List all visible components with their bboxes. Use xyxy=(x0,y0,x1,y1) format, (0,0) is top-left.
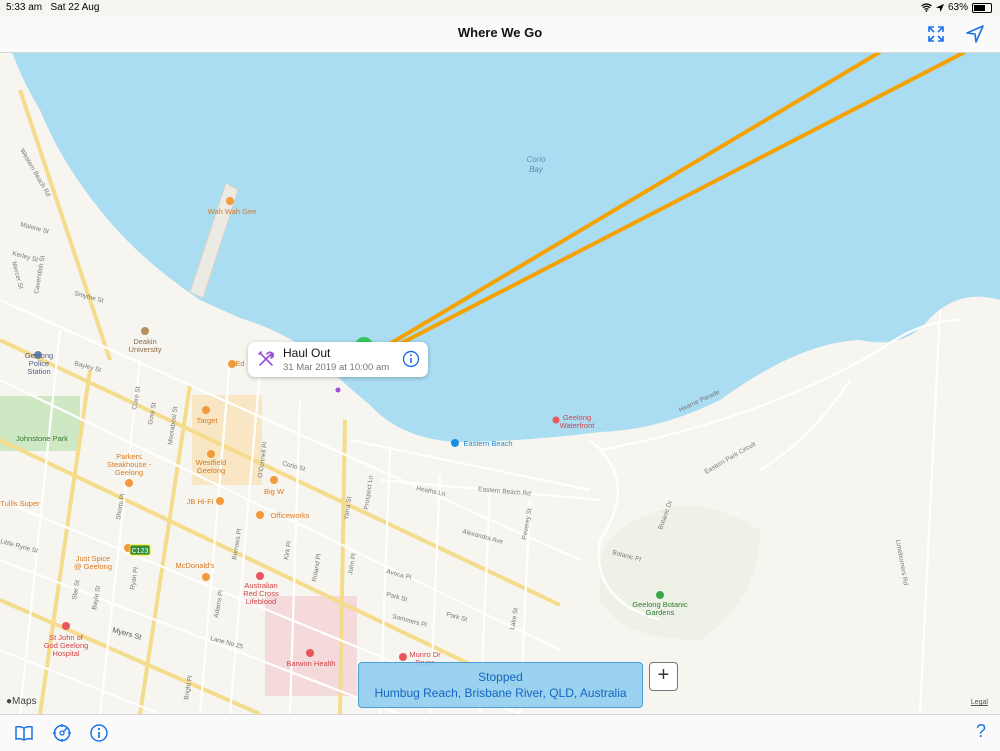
book-icon[interactable] xyxy=(14,723,34,743)
medical-icon xyxy=(399,653,407,661)
expand-icon[interactable] xyxy=(926,24,946,44)
poi-label-red-cross-line3: Lifeblood xyxy=(246,597,276,606)
navigation-bar: Where We Go xyxy=(0,16,1000,53)
callout-title: Haul Out xyxy=(283,346,331,360)
bottom-toolbar: ? xyxy=(0,714,1000,751)
map-view[interactable]: Corio Bay Wah Wah Gee Deakin University Ge… xyxy=(0,52,1000,714)
tools-icon xyxy=(258,351,275,366)
poi-label-just-spice: Just Spice @ Geelong xyxy=(74,554,112,571)
store-icon xyxy=(216,497,224,505)
poi-label-mcdonalds: McDonald's xyxy=(176,561,215,570)
location-icon[interactable] xyxy=(965,24,985,44)
page-title: Where We Go xyxy=(457,25,543,40)
poi-label-police: Geelong Police Station xyxy=(25,351,53,376)
status-bar: 5:33 am Sat 22 Aug 63% xyxy=(0,0,1000,16)
store-icon xyxy=(256,511,264,519)
restaurant-icon xyxy=(125,479,133,487)
battery-percent: 63% xyxy=(947,2,968,13)
poi-label-botanic-line2: Gardens xyxy=(646,608,675,617)
compass-icon[interactable] xyxy=(52,723,72,743)
beach-icon xyxy=(451,439,459,447)
poi-label-just-spice-line2: @ Geelong xyxy=(74,562,112,571)
poi-label-jb-hifi: JB Hi-Fi xyxy=(187,497,214,506)
trip-status-panel[interactable]: Stopped Humbug Reach, Brisbane River, QL… xyxy=(358,662,643,708)
landmark-icon xyxy=(552,416,560,424)
battery-icon xyxy=(972,2,992,13)
poi-label-waterfront: Geelong Waterfront xyxy=(560,413,596,430)
haul-out-marker[interactable] xyxy=(335,387,341,393)
university-icon xyxy=(141,327,149,335)
poi-label-westfield-line2: Geelong xyxy=(197,466,225,475)
poi-label-waterfront-line2: Waterfront xyxy=(560,421,596,430)
info-icon[interactable] xyxy=(402,350,420,368)
medical-icon xyxy=(256,572,264,580)
location-arrow-icon xyxy=(935,3,944,12)
water-label-line2: Bay xyxy=(529,165,544,174)
poi-label-johnstone: Johnstone Park xyxy=(16,434,68,443)
help-button[interactable]: ? xyxy=(976,721,986,742)
garden-icon xyxy=(656,591,664,599)
maps-logo-text: Maps xyxy=(12,696,37,707)
wifi-icon xyxy=(921,3,932,12)
poi-label-police-line3: Station xyxy=(27,367,50,376)
maps-logo: ●Maps xyxy=(6,696,37,707)
poi-label-big-w: Big W xyxy=(264,487,285,496)
water-label-line1: Corio xyxy=(526,155,546,164)
mall-icon xyxy=(207,450,215,458)
route-shield-label: C123 xyxy=(132,548,149,555)
poi-label-tullis: Tullis Super xyxy=(0,499,40,508)
poi-label-parkers-line3: Geelong xyxy=(115,468,143,477)
info-circle-icon[interactable] xyxy=(89,723,109,743)
add-button[interactable]: + xyxy=(649,662,678,691)
poi-label-st-john-line3: Hospital xyxy=(52,649,79,658)
poi-label-eastern-beach: Eastern Beach xyxy=(463,439,512,448)
poi-label-ed: Ed xyxy=(235,359,244,368)
restaurant-icon xyxy=(202,573,210,581)
poi-label-westfield: Westfield Geelong xyxy=(196,458,227,475)
legal-link[interactable]: Legal xyxy=(971,699,988,706)
annotation-callout[interactable]: Haul Out 31 Mar 2019 at 10:00 am xyxy=(248,342,428,377)
status-time: 5:33 am xyxy=(6,2,43,13)
poi-label-barwon: Barwon Health xyxy=(286,659,335,668)
poi-label-deakin-line2: University xyxy=(129,345,162,354)
shopping-icon xyxy=(202,406,210,414)
trip-status-state: Stopped xyxy=(478,670,523,684)
poi-label-wah-wah-gee: Wah Wah Gee xyxy=(208,207,257,216)
hospital-icon xyxy=(62,622,70,630)
poi-label-target: Target xyxy=(197,416,219,425)
hospital-icon xyxy=(306,649,314,657)
callout-subtitle: 31 Mar 2019 at 10:00 am xyxy=(283,362,390,373)
status-date: Sat 22 Aug xyxy=(50,2,100,13)
status-time-date: 5:33 am Sat 22 Aug xyxy=(6,2,99,13)
restaurant-icon xyxy=(226,197,234,205)
poi-label-red-cross: Australian Red Cross Lifeblood xyxy=(243,581,279,606)
store-icon xyxy=(270,476,278,484)
status-right: 63% xyxy=(921,2,992,13)
poi-label-officeworks: Officeworks xyxy=(270,511,309,520)
trip-status-location: Humbug Reach, Brisbane River, QLD, Austr… xyxy=(374,686,627,700)
